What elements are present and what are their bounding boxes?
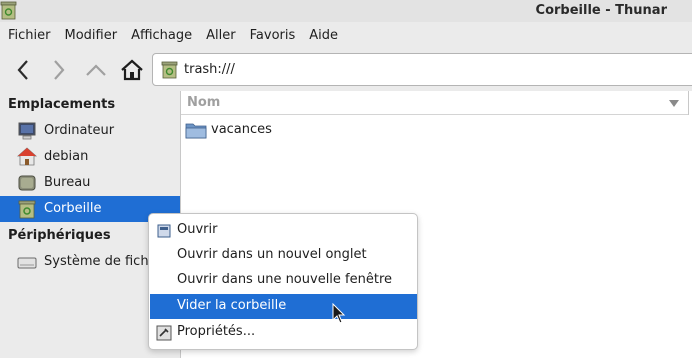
menu-affichage[interactable]: Affichage bbox=[124, 22, 199, 49]
up-button[interactable] bbox=[82, 56, 110, 84]
toolbar: trash:/// bbox=[0, 49, 692, 91]
trash-icon bbox=[18, 200, 36, 219]
menu-item-label: Vider la corbeille bbox=[177, 298, 287, 313]
trash-icon bbox=[0, 1, 17, 20]
mouse-cursor-icon bbox=[332, 303, 346, 324]
menu-item-label: Ouvrir bbox=[177, 222, 218, 237]
sidebar-item-label: Corbeille bbox=[44, 201, 102, 216]
menu-fichier[interactable]: Fichier bbox=[1, 22, 58, 49]
open-icon bbox=[157, 224, 171, 238]
menu-item-label: Propriétés... bbox=[177, 324, 256, 339]
trash-icon bbox=[161, 61, 178, 79]
drive-icon bbox=[17, 257, 37, 269]
menu-item-open-tab[interactable]: Ouvrir dans un nouvel onglet bbox=[150, 243, 417, 268]
menu-item-properties[interactable]: Propriétés... bbox=[150, 320, 417, 345]
devices-heading: Périphériques bbox=[8, 228, 111, 243]
menu-item-ouvrir[interactable]: Ouvrir bbox=[150, 218, 417, 243]
places-heading: Emplacements bbox=[8, 97, 116, 112]
column-name-label: Nom bbox=[187, 95, 221, 110]
back-arrow-icon bbox=[17, 60, 28, 80]
list-item[interactable]: vacances bbox=[181, 118, 689, 142]
menu-modifier[interactable]: Modifier bbox=[58, 22, 125, 49]
location-input[interactable]: trash:/// bbox=[184, 62, 235, 77]
column-header[interactable]: Nom bbox=[181, 91, 689, 115]
back-button[interactable] bbox=[9, 56, 37, 84]
menu-aller[interactable]: Aller bbox=[199, 22, 242, 49]
sidebar-item-label: Ordinateur bbox=[44, 123, 115, 138]
menu-item-empty-trash[interactable]: Vider la corbeille bbox=[150, 294, 417, 319]
home-button[interactable] bbox=[118, 56, 146, 84]
file-name: vacances bbox=[211, 122, 272, 137]
menu-favoris[interactable]: Favoris bbox=[243, 22, 303, 49]
menu-item-label: Ouvrir dans une nouvelle fenêtre bbox=[177, 272, 393, 287]
column-separator[interactable] bbox=[688, 91, 689, 115]
sidebar-item-ordinateur[interactable]: Ordinateur bbox=[0, 118, 180, 144]
sidebar-item-label: debian bbox=[44, 149, 89, 164]
folder-icon bbox=[185, 123, 207, 139]
menu-aide[interactable]: Aide bbox=[302, 22, 345, 49]
title-bar: Corbeille - Thunar bbox=[0, 0, 692, 22]
menu-bar: Fichier Modifier Affichage Aller Favoris… bbox=[0, 22, 692, 49]
menu-item-open-window[interactable]: Ouvrir dans une nouvelle fenêtre bbox=[150, 268, 417, 293]
location-bar[interactable]: trash:/// bbox=[152, 53, 692, 86]
sidebar-item-bureau[interactable]: Bureau bbox=[0, 170, 180, 196]
forward-arrow-icon bbox=[54, 60, 65, 80]
sidebar-item-label: Bureau bbox=[44, 175, 91, 190]
home-icon bbox=[121, 59, 143, 81]
menu-item-label: Ouvrir dans un nouvel onglet bbox=[177, 247, 367, 262]
window-title: Corbeille - Thunar bbox=[535, 3, 667, 18]
up-arrow-icon bbox=[86, 64, 106, 76]
sort-down-icon bbox=[669, 100, 679, 107]
properties-icon bbox=[156, 325, 172, 341]
computer-icon bbox=[18, 122, 36, 140]
sidebar-item-debian[interactable]: debian bbox=[0, 144, 180, 170]
desktop-icon bbox=[18, 175, 36, 191]
context-menu: Ouvrir Ouvrir dans un nouvel onglet Ouvr… bbox=[148, 213, 418, 350]
forward-button[interactable] bbox=[45, 56, 73, 84]
home-folder-icon bbox=[17, 147, 37, 166]
